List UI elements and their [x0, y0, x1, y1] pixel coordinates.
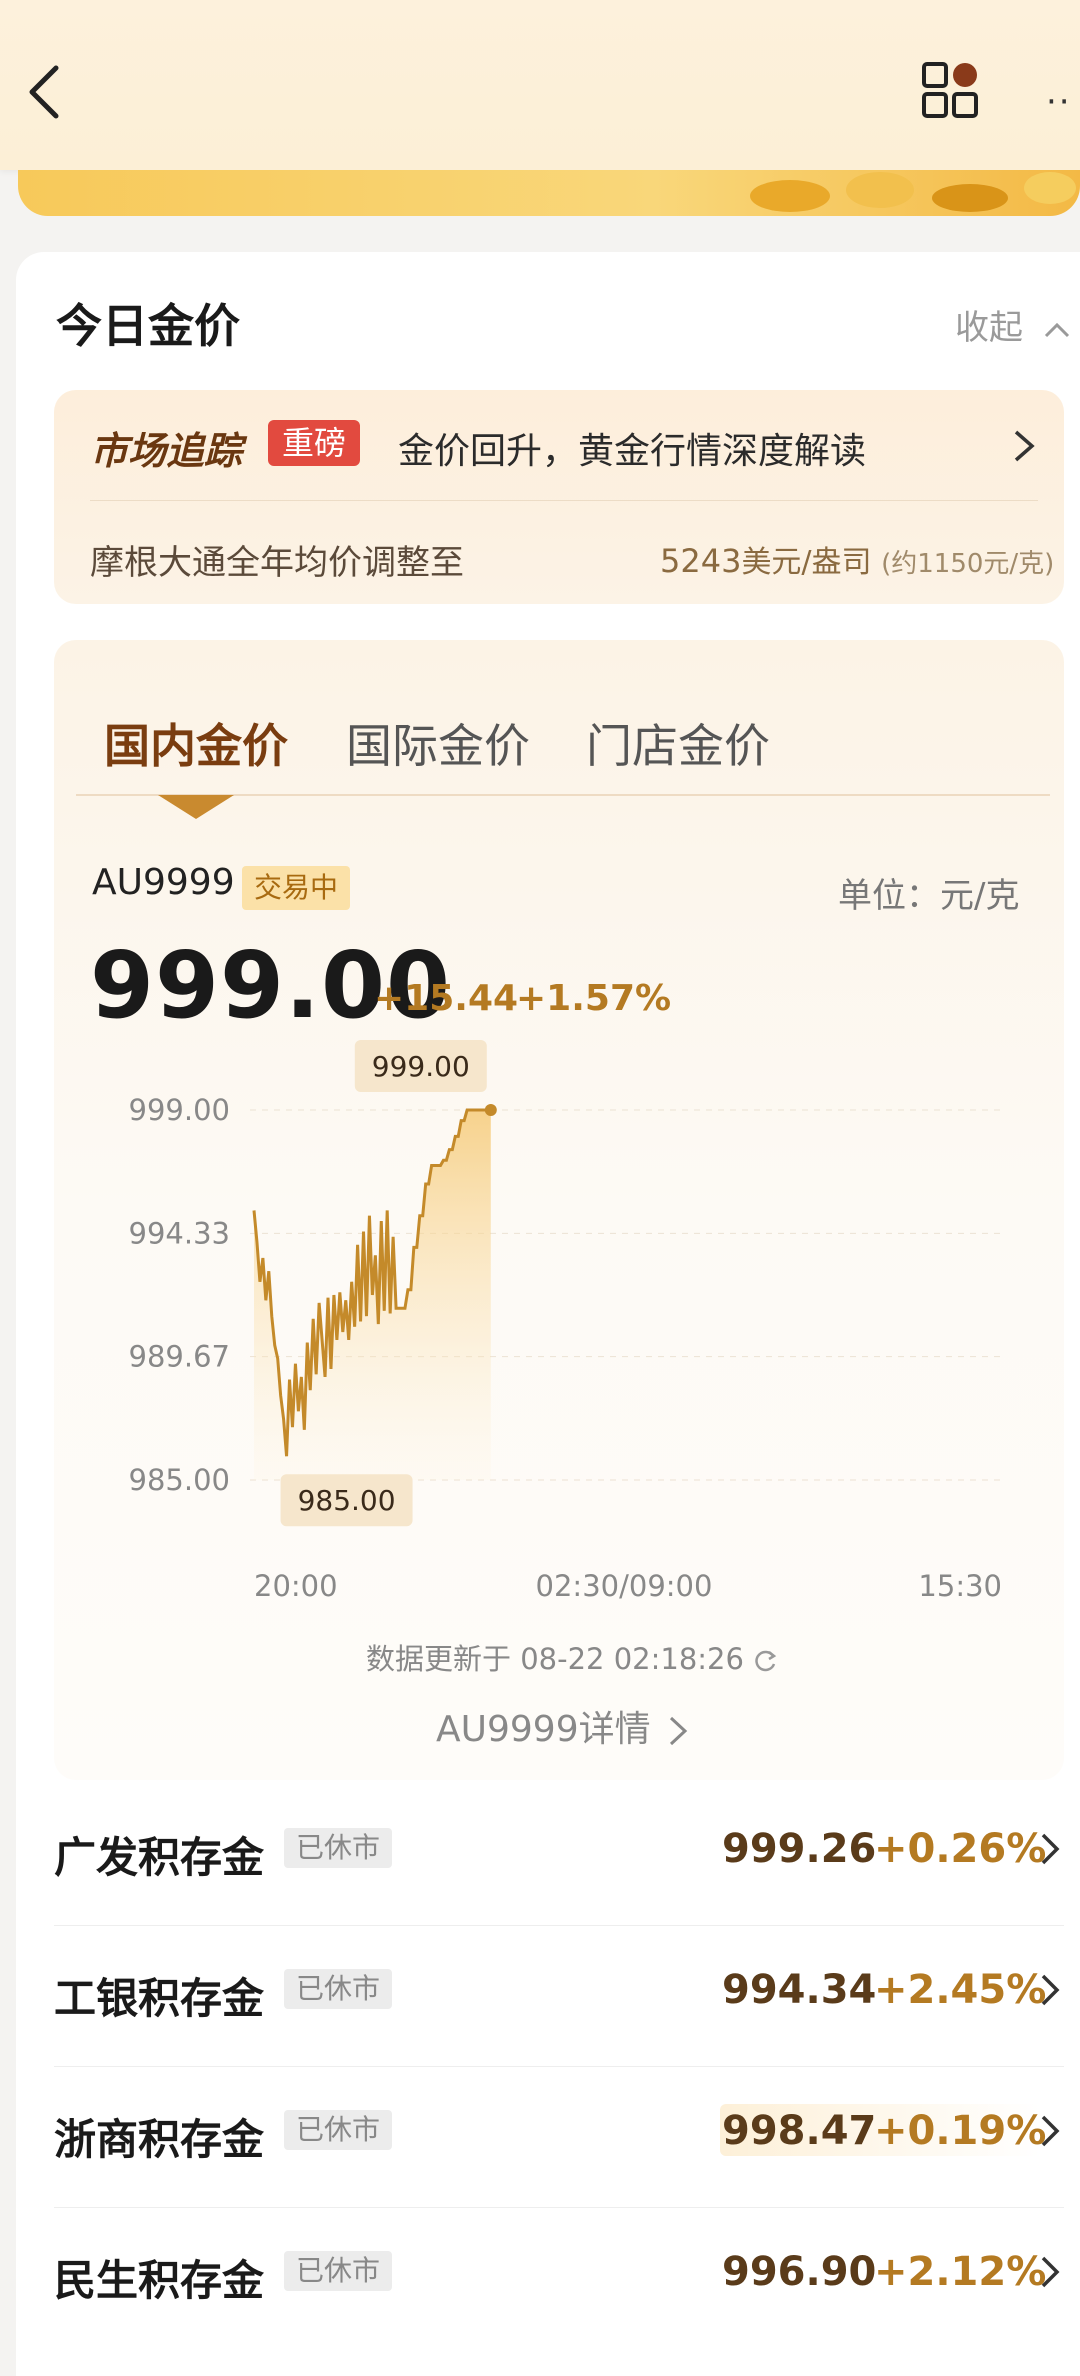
news-sub-unit: 美元/盎司	[741, 545, 872, 580]
back-button[interactable]	[20, 60, 80, 120]
chevron-right-icon	[1041, 2256, 1060, 2288]
update-info: 数据更新于 08-22 02:18:26	[366, 1636, 779, 1678]
market-status-badge: 已休市	[284, 1828, 393, 1868]
row-change: +0.19%	[874, 2108, 1047, 2154]
change-absolute: +15.44	[374, 978, 519, 1019]
chevron-right-icon	[1041, 2115, 1060, 2147]
unit-label: 单位：元/克	[838, 876, 1020, 916]
max-tooltip: 999.00	[354, 1040, 487, 1092]
max-label: 999.00	[372, 1050, 470, 1083]
row-price: 999.26	[722, 1826, 877, 1872]
row-divider	[54, 1925, 1064, 1926]
y-tick-label: 994.33	[129, 1216, 230, 1250]
news-divider	[90, 500, 1038, 501]
min-tooltip: 985.00	[280, 1474, 413, 1527]
list-item[interactable]: 民生积存金 已休市 996.90 +2.12%	[54, 2209, 1064, 2349]
more-button[interactable]: ··	[1046, 82, 1072, 122]
row-price: 998.47	[722, 2108, 877, 2154]
tab-domestic[interactable]: 国内金价	[104, 710, 288, 776]
chevron-right-icon	[670, 1716, 688, 1746]
chevron-right-icon	[1014, 430, 1035, 462]
apps-grid-icon	[922, 62, 978, 118]
market-status-badge: 已休市	[284, 2110, 393, 2150]
bank-name: 浙商积存金	[54, 2115, 265, 2164]
collapse-button[interactable]: 收起	[955, 300, 1070, 349]
gold-coins-icon	[750, 172, 1076, 212]
chevron-right-icon	[1041, 1974, 1060, 2006]
price-chart[interactable]: 999.00 994.33 989.67 985.00 999.00 985.00 2…	[54, 1030, 1064, 1620]
row-divider	[54, 2066, 1064, 2067]
row-price: 996.90	[722, 2249, 877, 2295]
update-text: 数据更新于 08-22 02:18:26	[366, 1642, 744, 1676]
news-headline[interactable]: 金价回升，黄金行情深度解读	[398, 422, 866, 474]
tab-international[interactable]: 国际金价	[346, 710, 530, 776]
news-sub-number: 5243	[660, 542, 742, 580]
news-sub-note: (约1150元/克)	[881, 549, 1055, 579]
collapse-label: 收起	[955, 308, 1023, 348]
row-change: +2.12%	[874, 2249, 1047, 2295]
bank-name: 广发积存金	[54, 1833, 265, 1882]
chevron-right-icon	[1041, 1833, 1060, 1865]
list-item[interactable]: 工银积存金 已休市 994.34 +2.45%	[54, 1927, 1064, 2067]
y-tick-label: 999.00	[129, 1093, 230, 1127]
news-sub-value: 5243美元/盎司 (约1150元/克)	[660, 537, 1054, 581]
x-tick-label: 20:00	[254, 1569, 338, 1603]
news-brand: 市场追踪	[90, 429, 243, 473]
bank-name: 工银积存金	[54, 1974, 265, 2023]
current-point-marker	[484, 1104, 497, 1116]
tab-store[interactable]: 门店金价	[586, 710, 770, 776]
row-price: 994.34	[722, 1967, 877, 2013]
trading-status-badge: 交易中	[242, 866, 351, 910]
list-item[interactable]: 广发积存金 已休市 999.26 +0.26%	[54, 1786, 1064, 1926]
y-tick-label: 985.00	[129, 1463, 230, 1497]
detail-link-label: AU9999详情	[436, 1709, 651, 1750]
row-change: +2.45%	[874, 1967, 1047, 2013]
top-bar	[0, 0, 1080, 170]
change-percent: +1.57%	[516, 978, 672, 1019]
active-tab-indicator	[158, 795, 234, 819]
detail-link[interactable]: AU9999详情	[436, 1700, 688, 1752]
market-status-badge: 已休市	[284, 2251, 393, 2291]
news-badge: 重磅	[268, 420, 361, 466]
quote-code: AU9999	[92, 862, 235, 903]
min-label: 985.00	[298, 1484, 396, 1517]
card-title: 今日金价	[56, 299, 240, 353]
row-divider	[54, 2207, 1064, 2208]
back-arrow-icon	[29, 65, 59, 119]
y-tick-label: 989.67	[129, 1340, 230, 1374]
x-tick-label: 02:30/09:00	[536, 1569, 713, 1603]
news-sub-text: 摩根大通全年均价调整至	[90, 543, 464, 583]
chevron-up-icon	[1044, 322, 1069, 337]
row-change: +0.26%	[874, 1826, 1047, 1872]
list-item[interactable]: 浙商积存金 已休市 998.47 +0.19%	[54, 2068, 1064, 2208]
apps-button[interactable]	[920, 60, 980, 120]
x-tick-label: 15:30	[918, 1569, 1002, 1603]
refresh-icon[interactable]	[753, 1648, 779, 1674]
bank-name: 民生积存金	[54, 2256, 265, 2305]
market-status-badge: 已休市	[284, 1969, 393, 2009]
